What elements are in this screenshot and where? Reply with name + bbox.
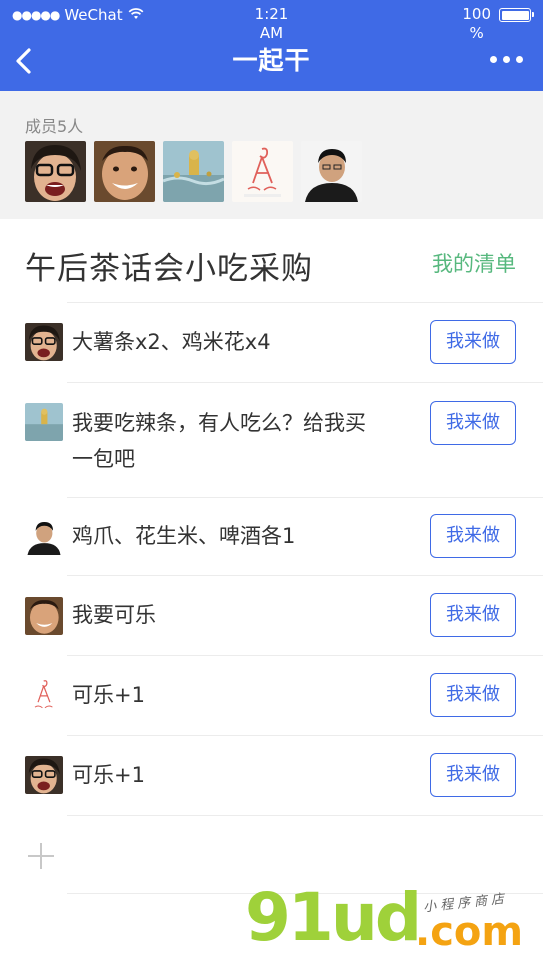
divider bbox=[67, 302, 543, 303]
battery-unit: % bbox=[469, 24, 484, 42]
member-avatar-2[interactable] bbox=[94, 141, 155, 202]
battery-value: 100 bbox=[462, 5, 491, 23]
list-item: 鸡爪、花生米、啤酒各1 我来做 bbox=[0, 497, 543, 575]
page-title: 一起干 bbox=[232, 46, 311, 75]
watermark-logo: 91ud 小程序商店 .com bbox=[245, 880, 535, 956]
battery-icon bbox=[499, 8, 534, 22]
plus-icon[interactable] bbox=[26, 841, 56, 871]
members-section: 成员5人 bbox=[0, 91, 543, 219]
member-avatar-5[interactable] bbox=[301, 141, 362, 202]
item-avatar bbox=[25, 676, 63, 714]
claim-button[interactable]: 我来做 bbox=[430, 401, 516, 445]
item-text: 鸡爪、花生米、啤酒各1 bbox=[72, 524, 296, 548]
claim-button[interactable]: 我来做 bbox=[430, 320, 516, 364]
claim-button[interactable]: 我来做 bbox=[430, 753, 516, 797]
item-text: 我要可乐 bbox=[72, 603, 156, 627]
watermark-main-text: 91ud bbox=[245, 879, 422, 956]
divider bbox=[67, 735, 543, 736]
battery-info: 100 % bbox=[462, 5, 534, 43]
member-avatar-4[interactable] bbox=[232, 141, 293, 202]
divider bbox=[67, 497, 543, 498]
list-item: 可乐+1 我来做 bbox=[0, 655, 543, 735]
item-text: 我要吃辣条，有人吃么？给我买一包吧 bbox=[72, 411, 366, 471]
item-avatar bbox=[25, 517, 63, 555]
member-avatar-3[interactable] bbox=[163, 141, 224, 202]
members-count-label: 成员5人 bbox=[25, 117, 84, 136]
item-avatar bbox=[25, 403, 63, 441]
claim-button[interactable]: 我来做 bbox=[430, 514, 516, 558]
item-avatar bbox=[25, 756, 63, 794]
member-avatar-list bbox=[25, 141, 362, 202]
header: ●●●●● WeChat 1:21 AM 100 % 一起干 bbox=[0, 0, 543, 91]
list-item: 大薯条x2、鸡米花x4 我来做 bbox=[0, 302, 543, 382]
list-item: 我要吃辣条，有人吃么？给我买一包吧 我来做 bbox=[0, 382, 543, 497]
item-text: 可乐+1 bbox=[72, 683, 145, 707]
divider bbox=[67, 815, 543, 816]
item-text: 可乐+1 bbox=[72, 763, 145, 787]
list-item: 可乐+1 我来做 bbox=[0, 735, 543, 815]
divider bbox=[67, 655, 543, 656]
battery-percent: 100 % bbox=[462, 5, 491, 43]
item-avatar bbox=[25, 323, 63, 361]
divider bbox=[67, 382, 543, 383]
list-title: 午后茶话会小吃采购 bbox=[25, 251, 313, 287]
task-list-card: 午后茶话会小吃采购 我的清单 大薯条x2、鸡米花x4 我来做 我要吃辣条，有人吃… bbox=[0, 219, 543, 960]
claim-button[interactable]: 我来做 bbox=[430, 593, 516, 637]
watermark-domain: .com bbox=[415, 909, 524, 955]
member-avatar-1[interactable] bbox=[25, 141, 86, 202]
status-bar: ●●●●● WeChat 1:21 AM 100 % bbox=[0, 0, 543, 43]
list-item: 我要可乐 我来做 bbox=[0, 575, 543, 655]
more-dots-icon[interactable] bbox=[490, 56, 523, 63]
item-avatar bbox=[25, 597, 63, 635]
claim-button[interactable]: 我来做 bbox=[430, 673, 516, 717]
divider bbox=[67, 575, 543, 576]
battery-fill bbox=[501, 10, 529, 20]
my-list-link[interactable]: 我的清单 bbox=[432, 248, 516, 278]
item-text: 大薯条x2、鸡米花x4 bbox=[72, 330, 271, 354]
